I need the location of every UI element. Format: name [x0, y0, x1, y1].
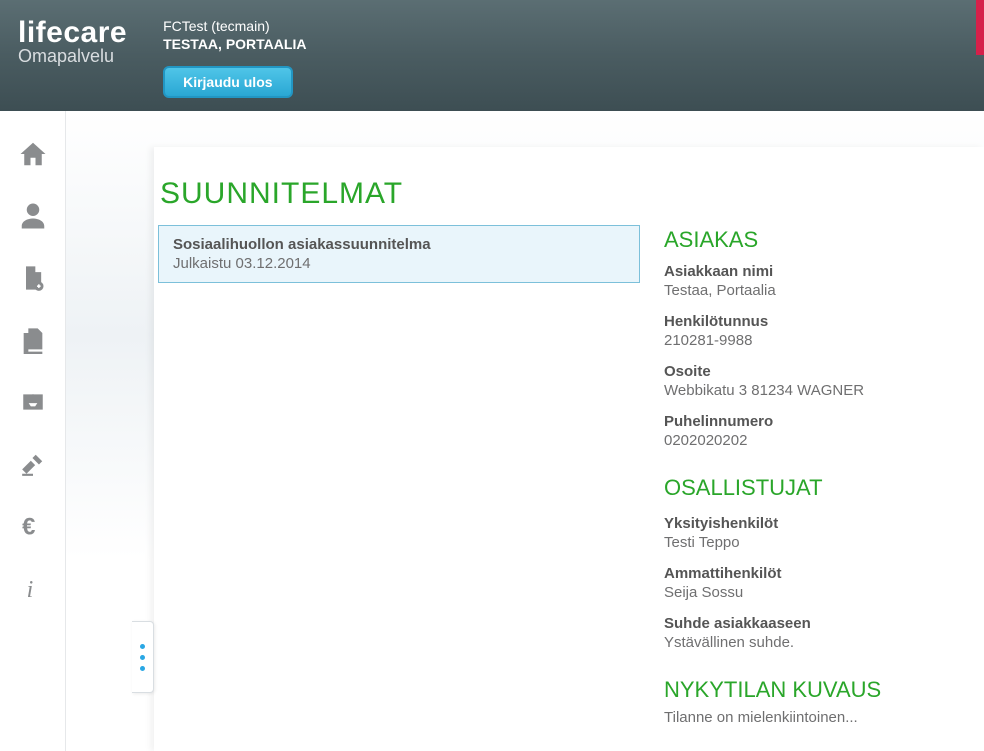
app-header: lifecare Omapalvelu FCTest (tecmain) TES… [0, 0, 984, 111]
person-icon[interactable] [16, 199, 50, 233]
sidebar: € i [0, 111, 66, 751]
header-accent [976, 0, 984, 55]
documents-icon[interactable] [16, 323, 50, 357]
sidebar-expand-handle[interactable] [132, 621, 154, 693]
context-line2: TESTAA, PORTAALIA [163, 36, 306, 52]
info-icon[interactable]: i [16, 571, 50, 605]
logout-button[interactable]: Kirjaudu ulos [163, 66, 292, 98]
page-title: SUUNNITELMAT [160, 177, 984, 211]
asiakas-name-label: Asiakkaan nimi [664, 263, 974, 280]
plan-published: Julkaistu 03.12.2014 [173, 255, 625, 272]
asiakas-address-label: Osoite [664, 363, 974, 380]
asiakas-phone-label: Puhelinnumero [664, 413, 974, 430]
svg-text:i: i [26, 577, 33, 603]
content-area: SUUNNITELMAT Sosiaalihuollon asiakassuun… [66, 111, 984, 751]
logo-sub: Omapalvelu [18, 46, 127, 67]
osallistujat-relation-value: Ystävällinen suhde. [664, 634, 974, 651]
content-card: SUUNNITELMAT Sosiaalihuollon asiakassuun… [154, 147, 984, 751]
svg-text:€: € [22, 514, 35, 541]
logo-main: lifecare [18, 18, 127, 48]
home-icon[interactable] [16, 137, 50, 171]
plan-title: Sosiaalihuollon asiakassuunnitelma [173, 236, 625, 253]
asiakas-ssn-value: 210281-9988 [664, 332, 974, 349]
osallistujat-pro-label: Ammattihenkilöt [664, 565, 974, 582]
osallistujat-private-label: Yksityishenkilöt [664, 515, 974, 532]
osallistujat-relation-label: Suhde asiakkaaseen [664, 615, 974, 632]
plan-item[interactable]: Sosiaalihuollon asiakassuunnitelma Julka… [158, 225, 640, 283]
section-osallistujat-heading: OSALLISTUJAT [664, 475, 974, 501]
osallistujat-pro-value: Seija Sossu [664, 584, 974, 601]
asiakas-address-value: Webbikatu 3 81234 WAGNER [664, 382, 974, 399]
new-document-icon[interactable] [16, 261, 50, 295]
osallistujat-private-value: Testi Teppo [664, 534, 974, 551]
section-asiakas-heading: ASIAKAS [664, 227, 974, 253]
header-user: FCTest (tecmain) TESTAA, PORTAALIA Kirja… [163, 18, 306, 98]
context-line1: FCTest (tecmain) [163, 18, 306, 34]
asiakas-ssn-label: Henkilötunnus [664, 313, 974, 330]
gavel-icon[interactable] [16, 447, 50, 481]
drag-dots-icon [140, 644, 145, 671]
asiakas-phone-value: 0202020202 [664, 432, 974, 449]
nykytilan-value: Tilanne on mielenkiintoinen... [664, 709, 974, 726]
section-nykytilan-heading: NYKYTILAN KUVAUS [664, 677, 974, 703]
asiakas-name-value: Testaa, Portaalia [664, 282, 974, 299]
logo-block: lifecare Omapalvelu [18, 18, 127, 67]
euro-icon[interactable]: € [16, 509, 50, 543]
inbox-icon[interactable] [16, 385, 50, 419]
